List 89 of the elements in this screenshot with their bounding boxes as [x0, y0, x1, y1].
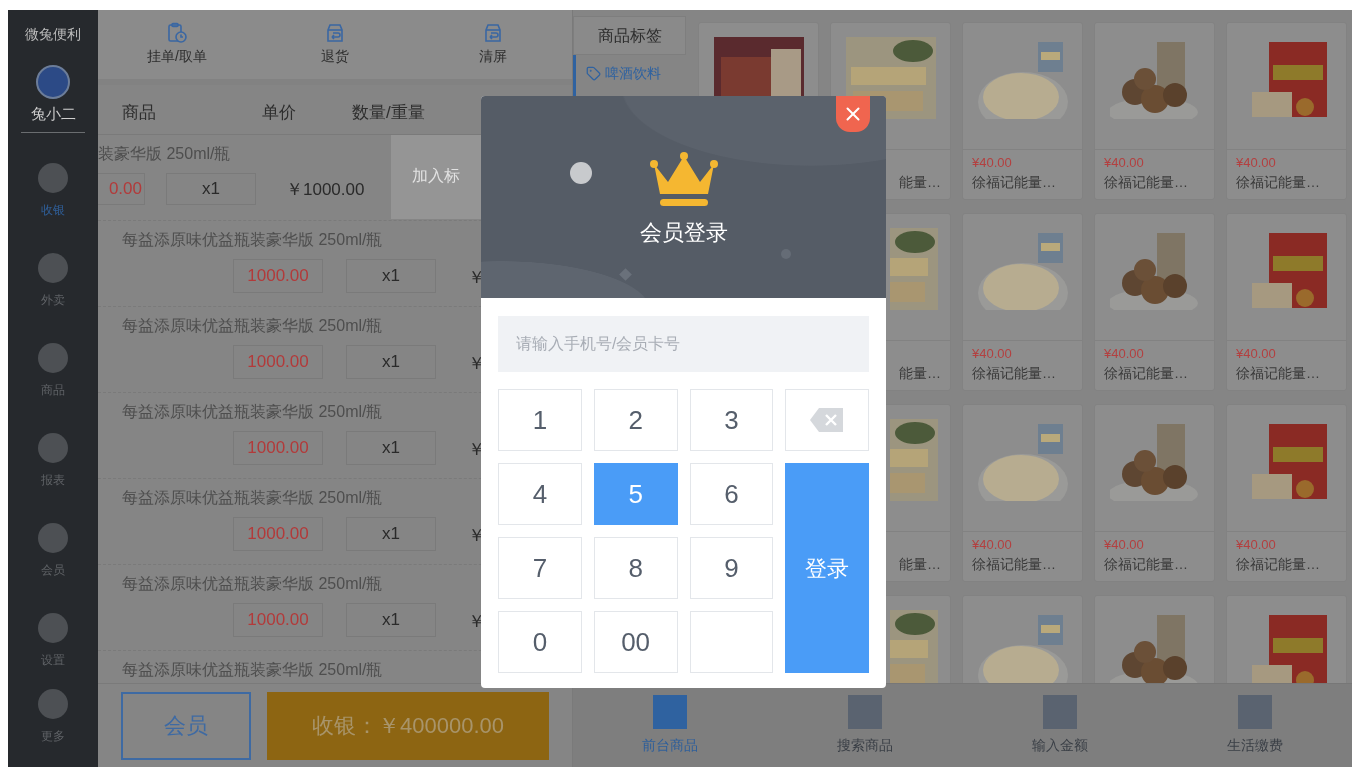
- product-price: ¥40.00: [1236, 345, 1277, 363]
- tag-header: 商品标签: [573, 16, 686, 55]
- product-name: 徐福记能量…: [1236, 173, 1321, 192]
- keypad-key[interactable]: 3: [689, 389, 774, 451]
- nav-icon: [38, 252, 68, 283]
- bottom-nav-tab[interactable]: 输入金额: [962, 684, 1158, 767]
- product-name: 徐福记能量…: [1104, 173, 1189, 192]
- toolbar-button[interactable]: 清屏: [414, 10, 572, 79]
- quantity-field[interactable]: x1: [166, 173, 256, 205]
- product-card[interactable]: ¥40.00 徐福记能量…: [1226, 213, 1347, 391]
- toolbar-button[interactable]: 退货: [256, 10, 414, 79]
- product-price: ¥40.00: [972, 536, 1013, 554]
- column-header: 单价: [262, 102, 296, 124]
- tab-icon: [653, 695, 688, 729]
- product-name: 徐福记能量…: [1236, 364, 1321, 383]
- nav-item[interactable]: 收银: [41, 200, 65, 219]
- column-header: 商品: [122, 102, 156, 124]
- user-name: 兔小二: [30, 104, 76, 124]
- product-name: 徐福记能量…: [972, 364, 1057, 383]
- login-button[interactable]: 登录: [785, 463, 869, 673]
- close-button[interactable]: [836, 96, 870, 132]
- quantity-field[interactable]: x1: [346, 259, 436, 293]
- member-input-field[interactable]: 请输入手机号/会员卡号: [498, 316, 869, 372]
- tab-icon: [1042, 695, 1077, 729]
- column-header: 数量/重量: [352, 102, 425, 124]
- keypad-key[interactable]: 4: [498, 463, 582, 525]
- bottom-nav-tab[interactable]: 搜索商品: [767, 684, 963, 767]
- line-total: ￥: [468, 525, 485, 547]
- product-card[interactable]: ¥40.00 徐福记能量…: [962, 404, 1083, 582]
- keypad-key[interactable]: 7: [498, 537, 582, 599]
- nav-icon: [38, 689, 68, 719]
- quantity-field[interactable]: x1: [346, 517, 436, 551]
- product-name: 能量…: [899, 364, 941, 383]
- nav-icon: [38, 342, 68, 373]
- product-price: ¥40.00: [972, 154, 1013, 172]
- keypad-key[interactable]: 0: [498, 611, 582, 673]
- product-price: ¥40.00: [1104, 536, 1145, 554]
- clipboard-clock-icon: [166, 22, 188, 44]
- line-total: ￥: [468, 267, 485, 289]
- product-price: ¥40.00: [1104, 154, 1145, 172]
- keypad-key[interactable]: 9: [689, 537, 774, 599]
- line-total: ￥: [468, 353, 485, 375]
- product-card[interactable]: ¥40.00 徐福记能量…: [1094, 213, 1215, 391]
- product-price: ¥40.00: [972, 345, 1013, 363]
- keypad-key[interactable]: 6: [689, 463, 774, 525]
- product-card[interactable]: ¥40.00 徐福记能量…: [1094, 404, 1215, 582]
- nav-icon: [38, 612, 68, 643]
- nav-icon: [38, 522, 68, 553]
- backspace-icon: [809, 407, 846, 433]
- line-total: ￥1000.00: [286, 179, 365, 201]
- nav-icon: [38, 162, 68, 193]
- toolbar-button[interactable]: 挂单/取单: [98, 10, 256, 79]
- product-price: ¥40.00: [1236, 536, 1277, 554]
- keypad-key[interactable]: 00: [593, 611, 678, 673]
- bottom-nav-tab[interactable]: 生活缴费: [1157, 684, 1352, 767]
- tab-icon: [848, 695, 883, 729]
- add-tag-button[interactable]: 加入标: [391, 135, 481, 219]
- product-card[interactable]: ¥40.00 徐福记能量…: [1226, 404, 1347, 582]
- quantity-field[interactable]: x1: [346, 431, 436, 465]
- keypad-key[interactable]: 1: [498, 389, 582, 451]
- product-name: 徐福记能量…: [972, 555, 1057, 574]
- keypad-key[interactable]: 8: [593, 537, 678, 599]
- product-name: 徐福记能量…: [1236, 555, 1321, 574]
- product-name: 能量…: [899, 555, 941, 574]
- product-price: ¥40.00: [1236, 154, 1277, 172]
- quantity-field[interactable]: x1: [346, 345, 436, 379]
- product-price: ¥40.00: [1104, 345, 1145, 363]
- box-return-icon: [482, 22, 504, 44]
- avatar: [36, 65, 70, 99]
- line-total: ￥: [468, 439, 485, 461]
- line-total: ￥: [468, 611, 485, 633]
- product-card[interactable]: ¥40.00 徐福记能量…: [962, 22, 1083, 200]
- product-name: 徐福记能量…: [1104, 364, 1189, 383]
- tag-icon: [586, 66, 601, 81]
- product-card[interactable]: ¥40.00 徐福记能量…: [1094, 22, 1215, 200]
- tab-icon: [1237, 695, 1272, 729]
- product-name: 能量…: [899, 173, 941, 192]
- dialog-title: 会员登录: [639, 219, 728, 247]
- product-name: 徐福记能量…: [972, 173, 1057, 192]
- product-card[interactable]: ¥40.00 徐福记能量…: [1226, 22, 1347, 200]
- product-name: 徐福记能量…: [1104, 555, 1189, 574]
- quantity-field[interactable]: x1: [346, 603, 436, 637]
- brand-name: 微兔便利: [25, 25, 81, 44]
- keypad-key[interactable]: 5: [593, 463, 678, 525]
- product-card[interactable]: ¥40.00 徐福记能量…: [962, 213, 1083, 391]
- box-return-icon: [324, 22, 346, 44]
- nav-icon: [38, 432, 68, 463]
- keypad-key[interactable]: 2: [593, 389, 678, 451]
- crown-icon: [649, 152, 718, 208]
